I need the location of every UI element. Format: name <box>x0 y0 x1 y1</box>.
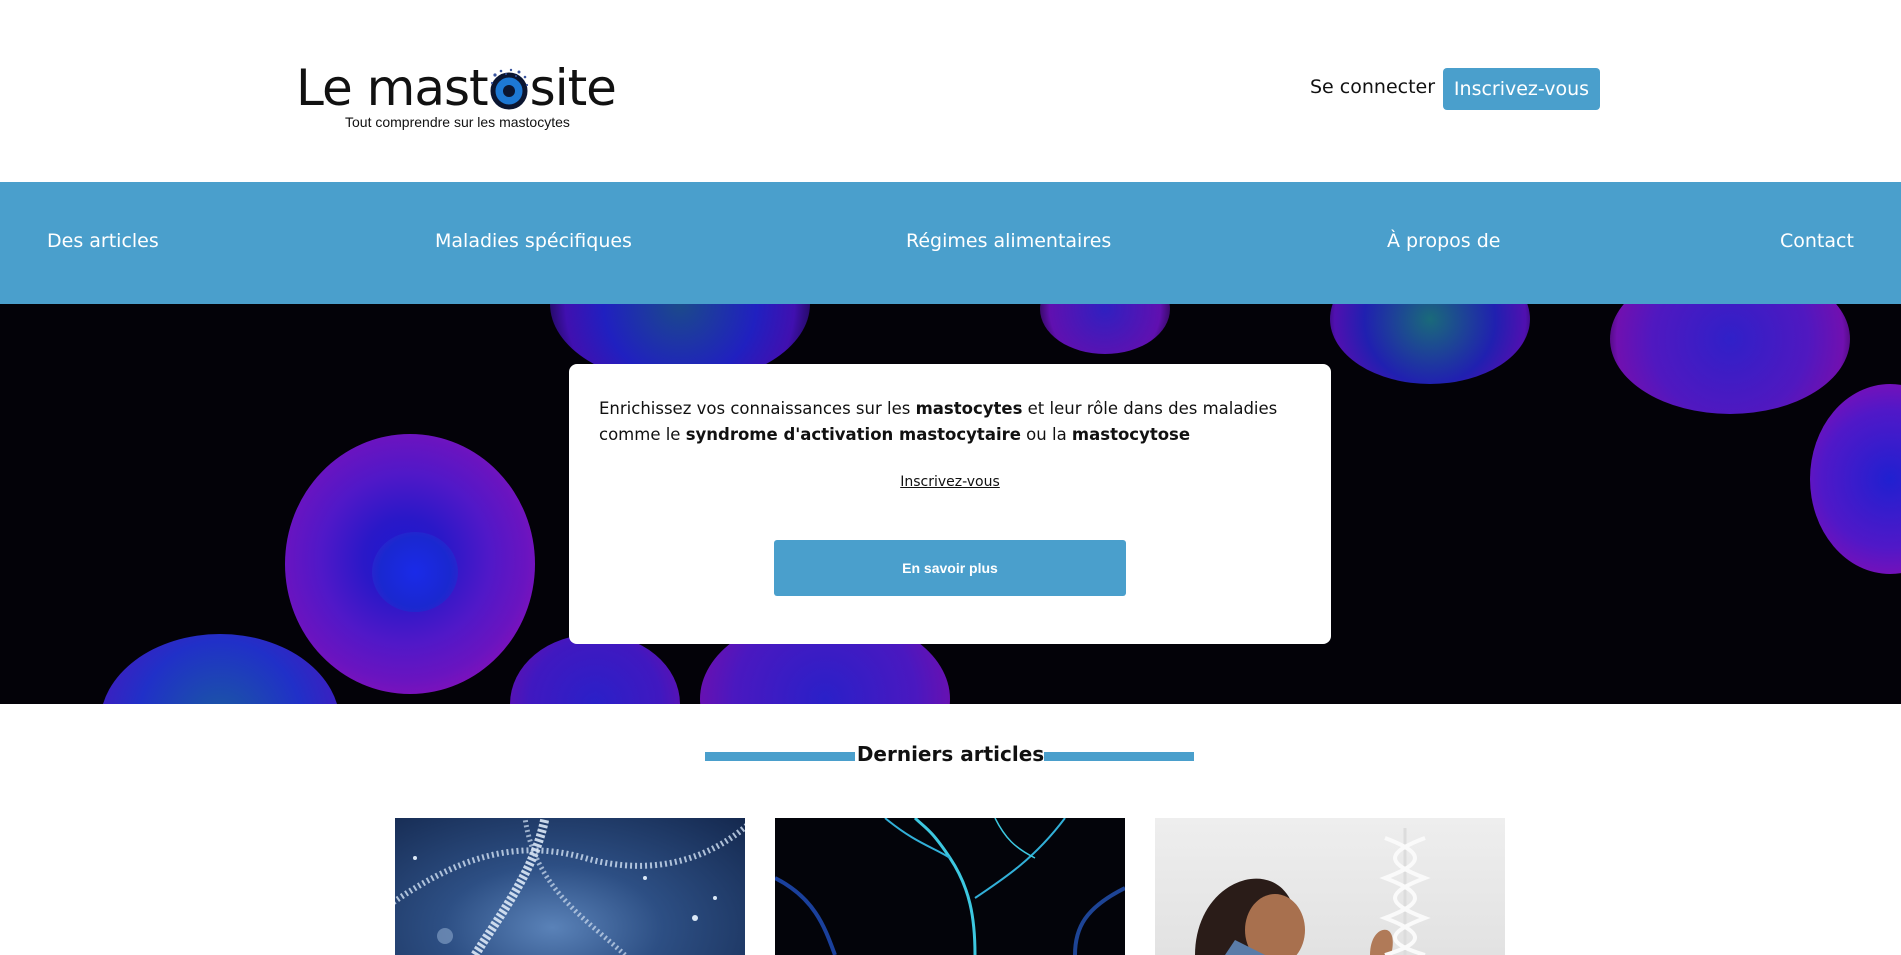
nav-item-about[interactable]: À propos de <box>1387 230 1501 252</box>
site-header: Le mast site Tout comprendre sur les mas… <box>0 0 1901 182</box>
nav-item-contact[interactable]: Contact <box>1780 230 1854 252</box>
cell-image-blob <box>1610 304 1850 414</box>
logo-text-end: site <box>529 59 617 117</box>
site-logo[interactable]: Le mast site Tout comprendre sur les mas… <box>296 46 617 136</box>
hero-signup-link[interactable]: Inscrivez-vous <box>569 474 1331 490</box>
mast-cell-icon <box>487 64 531 110</box>
hero-bold-syndrome: syndrome d'activation mastocytaire <box>685 425 1021 444</box>
cell-image-blob <box>100 634 340 704</box>
hero-banner: Enrichissez vos connaissances sur les ma… <box>0 304 1901 704</box>
hero-bold-mastocytose: mastocytose <box>1071 425 1191 444</box>
cell-image-blob <box>372 532 458 612</box>
cell-image-blob <box>1810 384 1901 574</box>
article-card[interactable] <box>1155 818 1505 955</box>
latest-articles-heading: Derniers articles <box>0 740 1901 772</box>
hero-description: Enrichissez vos connaissances sur les ma… <box>599 396 1299 448</box>
hero-text-segment: Enrichissez vos connaissances sur les <box>599 399 916 418</box>
login-link[interactable]: Se connecter <box>1310 76 1435 98</box>
cell-image-blob <box>1330 304 1530 384</box>
article-card[interactable] <box>395 818 745 955</box>
nav-item-articles[interactable]: Des articles <box>47 230 159 252</box>
hero-bold-mastocytes: mastocytes <box>915 399 1023 418</box>
cell-image-blob <box>1040 304 1170 354</box>
nav-item-specific-diseases[interactable]: Maladies spécifiques <box>435 230 632 252</box>
learn-more-button[interactable]: En savoir plus <box>774 540 1126 596</box>
hero-text-segment: ou la <box>1020 425 1072 444</box>
logo-text-start: Le mast <box>296 59 489 117</box>
logo-tagline: Tout comprendre sur les mastocytes <box>345 114 570 130</box>
cell-image-blob <box>510 634 680 704</box>
article-card[interactable] <box>775 818 1125 955</box>
section-title: Derniers articles <box>856 742 1045 766</box>
dna-helix-image[interactable] <box>395 818 745 955</box>
neuron-branches-image[interactable] <box>775 818 1125 955</box>
signup-button[interactable]: Inscrivez-vous <box>1443 68 1600 110</box>
hero-signup-link-text[interactable]: Inscrivez-vous <box>900 474 1000 490</box>
logo-wordmark: Le mast site <box>296 58 617 118</box>
main-nav: Des articles Maladies spécifiques Régime… <box>0 182 1901 304</box>
nav-item-diets[interactable]: Régimes alimentaires <box>906 230 1111 252</box>
woman-with-dna-model-image[interactable] <box>1155 818 1505 955</box>
hero-card: Enrichissez vos connaissances sur les ma… <box>569 364 1331 644</box>
